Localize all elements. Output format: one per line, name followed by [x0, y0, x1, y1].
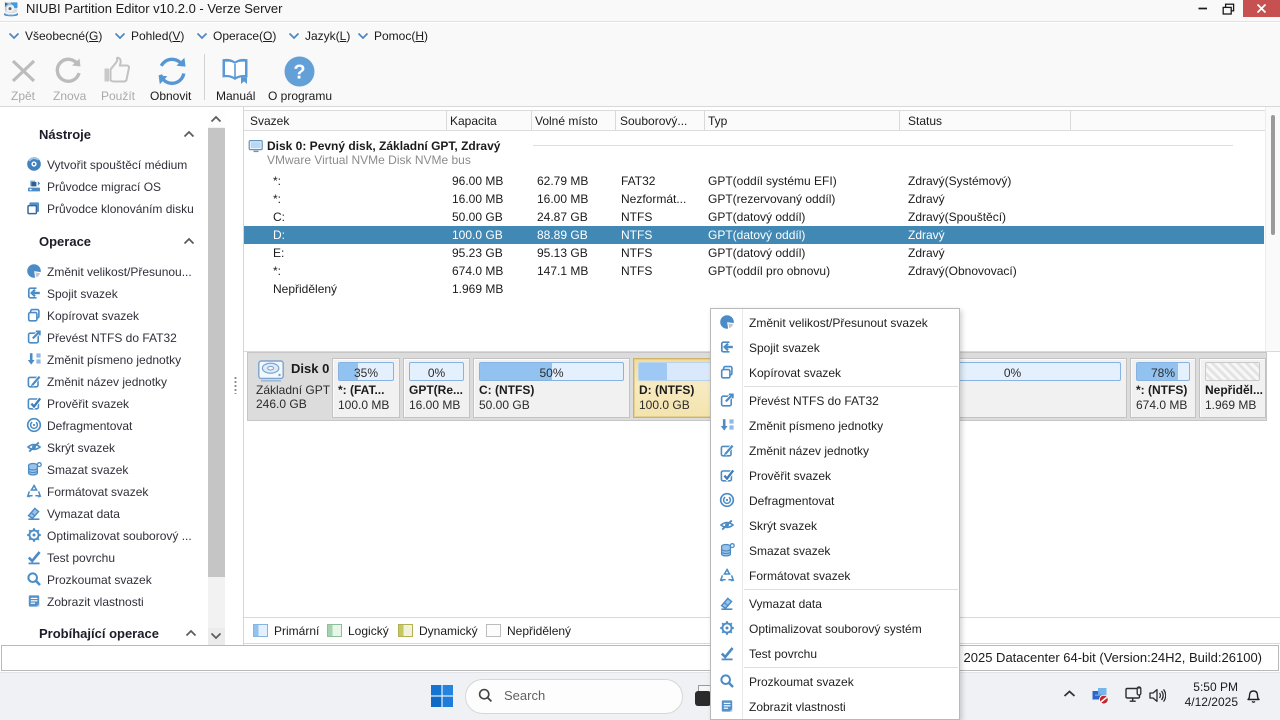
svg-text:?: ? — [293, 62, 305, 84]
